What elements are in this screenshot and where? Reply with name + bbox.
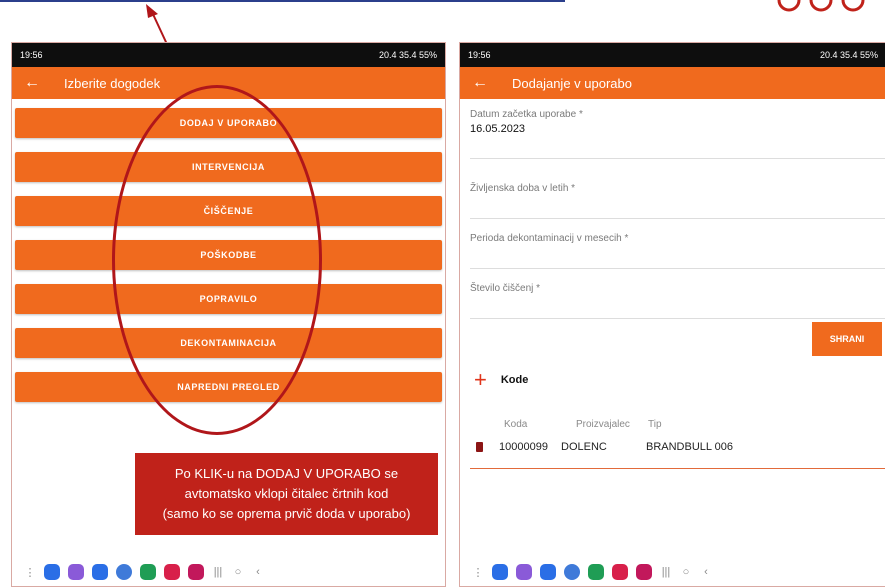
status-bar: 19:56 20.4 35.4 55% <box>460 43 885 67</box>
app-icon[interactable] <box>188 564 204 580</box>
codes-header: + Kode <box>474 369 529 391</box>
app-icon[interactable] <box>164 564 180 580</box>
page-title: Dodajanje v uporabo <box>512 75 632 91</box>
recents-icon[interactable]: ||| <box>660 566 672 578</box>
status-time: 19:56 <box>468 50 491 60</box>
arrow-left-icon[interactable]: ← <box>472 74 492 92</box>
system-nav-bar: ⋮ ||| ○ ‹ <box>460 558 885 586</box>
app-icon[interactable] <box>492 564 508 580</box>
field-label: Datum začetka uporabe * <box>470 109 583 120</box>
arrow-left-icon[interactable]: ← <box>24 74 44 92</box>
page-title: Izberite dogodek <box>64 75 161 91</box>
status-right: 20.4 35.4 55% <box>378 50 437 60</box>
codes-table-header: Koda Proizvajalec Tip <box>504 419 662 430</box>
cell-tip: BRANDBULL 006 <box>646 441 734 453</box>
app-bar: ← Izberite dogodek <box>12 67 445 99</box>
event-menu: DODAJ V UPORABO INTERVENCIJA ČIŠČENJE PO… <box>12 99 445 402</box>
menu-button-napredni-pregled[interactable]: NAPREDNI PREGLED <box>15 372 442 402</box>
status-right: 20.4 35.4 55% <box>819 50 878 60</box>
app-icon[interactable] <box>540 564 556 580</box>
field-label: Perioda dekontaminacij v mesecih * <box>470 233 629 244</box>
delete-icon[interactable] <box>476 442 483 452</box>
app-icon[interactable] <box>612 564 628 580</box>
start-date-field[interactable]: Datum začetka uporabe * 16.05.2023 <box>470 109 885 159</box>
menu-button-dekontaminacija[interactable]: DEKONTAMINACIJA <box>15 328 442 358</box>
system-nav-bar: ⋮ ||| ○ ‹ <box>12 558 445 586</box>
save-button[interactable]: SHRANI <box>812 322 882 356</box>
menu-button-ciscenje[interactable]: ČIŠČENJE <box>15 196 442 226</box>
back-nav-icon[interactable]: ‹ <box>700 566 712 578</box>
callout-line: avtomatsko vklopi čitalec črtnih kod <box>184 486 389 501</box>
menu-button-popravilo[interactable]: POPRAVILO <box>15 284 442 314</box>
callout-line: Po KLIK-u na DODAJ V UPORABO se <box>174 466 399 481</box>
column-header: Tip <box>648 419 662 430</box>
codes-title: Kode <box>500 374 529 386</box>
status-bar: 19:56 20.4 35.4 55% <box>12 43 445 67</box>
cell-koda: 10000099 <box>499 441 548 453</box>
row-divider <box>470 468 885 469</box>
app-icon[interactable] <box>588 564 604 580</box>
home-icon[interactable]: ○ <box>232 566 244 578</box>
menu-button-poskodbe[interactable]: POŠKODBE <box>15 240 442 270</box>
apps-grid-icon[interactable]: ⋮ <box>472 566 484 579</box>
apps-grid-icon[interactable]: ⋮ <box>24 566 36 579</box>
lifetime-years-field[interactable]: Življenska doba v letih * <box>470 183 885 219</box>
app-icon[interactable] <box>68 564 84 580</box>
callout-line: (samo ko se oprema prvič doda v uporabo) <box>162 506 411 521</box>
field-label: Življenska doba v letih * <box>470 183 576 194</box>
table-row[interactable]: 10000099 DOLENC BRANDBULL 006 <box>476 441 733 453</box>
cell-proizvajalec: DOLENC <box>561 441 607 453</box>
callout-note: Po KLIK-u na DODAJ V UPORABO se avtomats… <box>135 453 438 535</box>
field-value: 16.05.2023 <box>470 123 526 135</box>
decontamination-period-field[interactable]: Perioda dekontaminacij v mesecih * <box>470 233 885 269</box>
app-icon[interactable] <box>92 564 108 580</box>
home-icon[interactable]: ○ <box>680 566 692 578</box>
cleaning-count-field[interactable]: Število čiščenj * <box>470 283 885 319</box>
right-phone-screen: 19:56 20.4 35.4 55% ← Dodajanje v uporab… <box>459 42 885 587</box>
column-header: Proizvajalec <box>576 419 630 430</box>
app-bar: ← Dodajanje v uporabo <box>460 67 885 99</box>
app-icon[interactable] <box>516 564 532 580</box>
column-header: Koda <box>504 419 528 430</box>
field-label: Število čiščenj * <box>470 283 541 294</box>
app-icon[interactable] <box>636 564 652 580</box>
back-nav-icon[interactable]: ‹ <box>252 566 264 578</box>
menu-button-dodaj-v-uporabo[interactable]: DODAJ V UPORABO <box>15 108 442 138</box>
menu-button-intervencija[interactable]: INTERVENCIJA <box>15 152 442 182</box>
recents-icon[interactable]: ||| <box>212 566 224 578</box>
app-icon[interactable] <box>44 564 60 580</box>
status-time: 19:56 <box>20 50 43 60</box>
add-icon[interactable]: + <box>474 369 487 391</box>
app-icon[interactable] <box>140 564 156 580</box>
app-icon[interactable] <box>564 564 580 580</box>
app-icon[interactable] <box>116 564 132 580</box>
